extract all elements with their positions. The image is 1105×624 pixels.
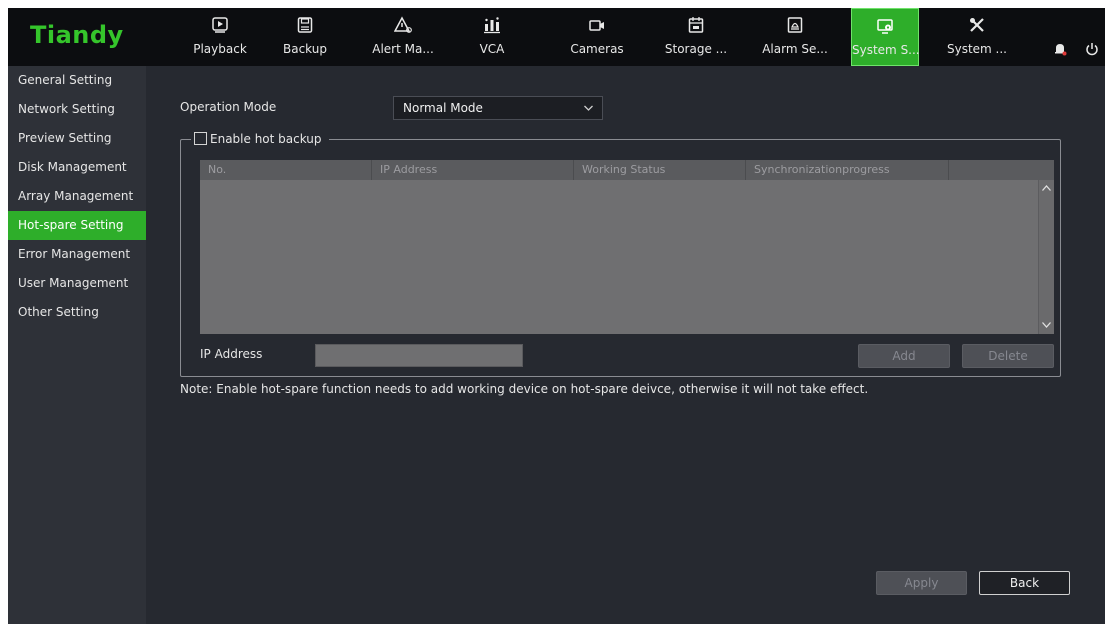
table-header: No. IP Address Working Status Synchroniz… [200, 160, 1054, 180]
sidebar-item-hot-spare-setting[interactable]: Hot-spare Setting [8, 211, 146, 240]
nav-label: VCA [479, 42, 505, 56]
enable-hot-backup-label: Enable hot backup [210, 132, 322, 146]
chevron-down-icon [583, 97, 594, 127]
tools-icon [941, 16, 1013, 40]
nav-vca[interactable]: VCA [456, 8, 528, 66]
column-sync-progress[interactable]: Synchronizationprogress [746, 160, 949, 180]
ip-address-input[interactable] [315, 344, 523, 367]
sidebar-item-other-setting[interactable]: Other Setting [8, 298, 146, 327]
nav-label: System S... [852, 43, 920, 57]
column-ip-address[interactable]: IP Address [372, 160, 574, 180]
storage-icon [660, 16, 732, 40]
ip-address-label: IP Address [200, 347, 263, 361]
hot-backup-legend: Enable hot backup [191, 130, 329, 148]
nav-system-maintenance[interactable]: System ... [941, 8, 1013, 66]
nav-label: Cameras [570, 42, 624, 56]
column-no[interactable]: No. [200, 160, 372, 180]
scroll-down-icon[interactable] [1041, 319, 1052, 332]
nav-label: System ... [946, 42, 1007, 56]
playback-icon [184, 16, 256, 40]
bell-icon[interactable] [1053, 42, 1067, 59]
nav-backup[interactable]: Backup [269, 8, 341, 66]
apply-button[interactable]: Apply [876, 571, 967, 595]
camera-icon [561, 16, 633, 40]
sidebar-item-user-management[interactable]: User Management [8, 269, 146, 298]
nav-label: Alert Ma... [372, 42, 434, 56]
scroll-up-icon[interactable] [1041, 182, 1052, 195]
alert-icon [367, 16, 439, 40]
sidebar: General Setting Network Setting Preview … [8, 66, 146, 624]
alarm-icon [759, 16, 831, 40]
nav-alert-management[interactable]: Alert Ma... [367, 8, 439, 66]
table-scrollbar[interactable] [1038, 180, 1054, 334]
add-button[interactable]: Add [858, 344, 950, 368]
sidebar-item-preview-setting[interactable]: Preview Setting [8, 124, 146, 153]
delete-button[interactable]: Delete [962, 344, 1054, 368]
operation-mode-value: Normal Mode [403, 101, 483, 115]
main-panel: Operation Mode Normal Mode Enable hot ba… [146, 66, 1105, 624]
brand-logo: Tiandy [30, 21, 124, 49]
sidebar-item-error-management[interactable]: Error Management [8, 240, 146, 269]
sidebar-item-network-setting[interactable]: Network Setting [8, 95, 146, 124]
enable-hot-backup-checkbox[interactable] [194, 132, 207, 145]
nav-playback[interactable]: Playback [184, 8, 256, 66]
vca-icon [456, 16, 528, 40]
hot-spare-device-table: No. IP Address Working Status Synchroniz… [200, 160, 1054, 334]
sidebar-item-general-setting[interactable]: General Setting [8, 66, 146, 95]
nav-label: Playback [193, 42, 247, 56]
operation-mode-label: Operation Mode [180, 100, 277, 114]
nav-cameras[interactable]: Cameras [561, 8, 633, 66]
system-settings-icon [852, 17, 918, 41]
column-working-status[interactable]: Working Status [574, 160, 746, 180]
app-window: Tiandy Playback Backup Alert Ma... VCA C… [8, 8, 1105, 624]
save-icon [269, 16, 341, 40]
sidebar-item-disk-management[interactable]: Disk Management [8, 153, 146, 182]
sidebar-item-array-management[interactable]: Array Management [8, 182, 146, 211]
nav-alarm-settings[interactable]: Alarm Se... [759, 8, 831, 66]
top-right-icons [1039, 42, 1099, 59]
operation-mode-select[interactable]: Normal Mode [393, 96, 603, 120]
note-text: Note: Enable hot-spare function needs to… [180, 382, 869, 396]
nav-system-settings[interactable]: System S... [851, 8, 920, 66]
nav-label: Storage ... [664, 42, 728, 56]
nav-label: Backup [283, 42, 327, 56]
nav-label: Alarm Se... [762, 42, 828, 56]
back-button[interactable]: Back [979, 571, 1070, 595]
power-icon[interactable] [1085, 42, 1099, 59]
nav-storage[interactable]: Storage ... [660, 8, 732, 66]
top-navigation-bar: Tiandy Playback Backup Alert Ma... VCA C… [8, 8, 1105, 66]
